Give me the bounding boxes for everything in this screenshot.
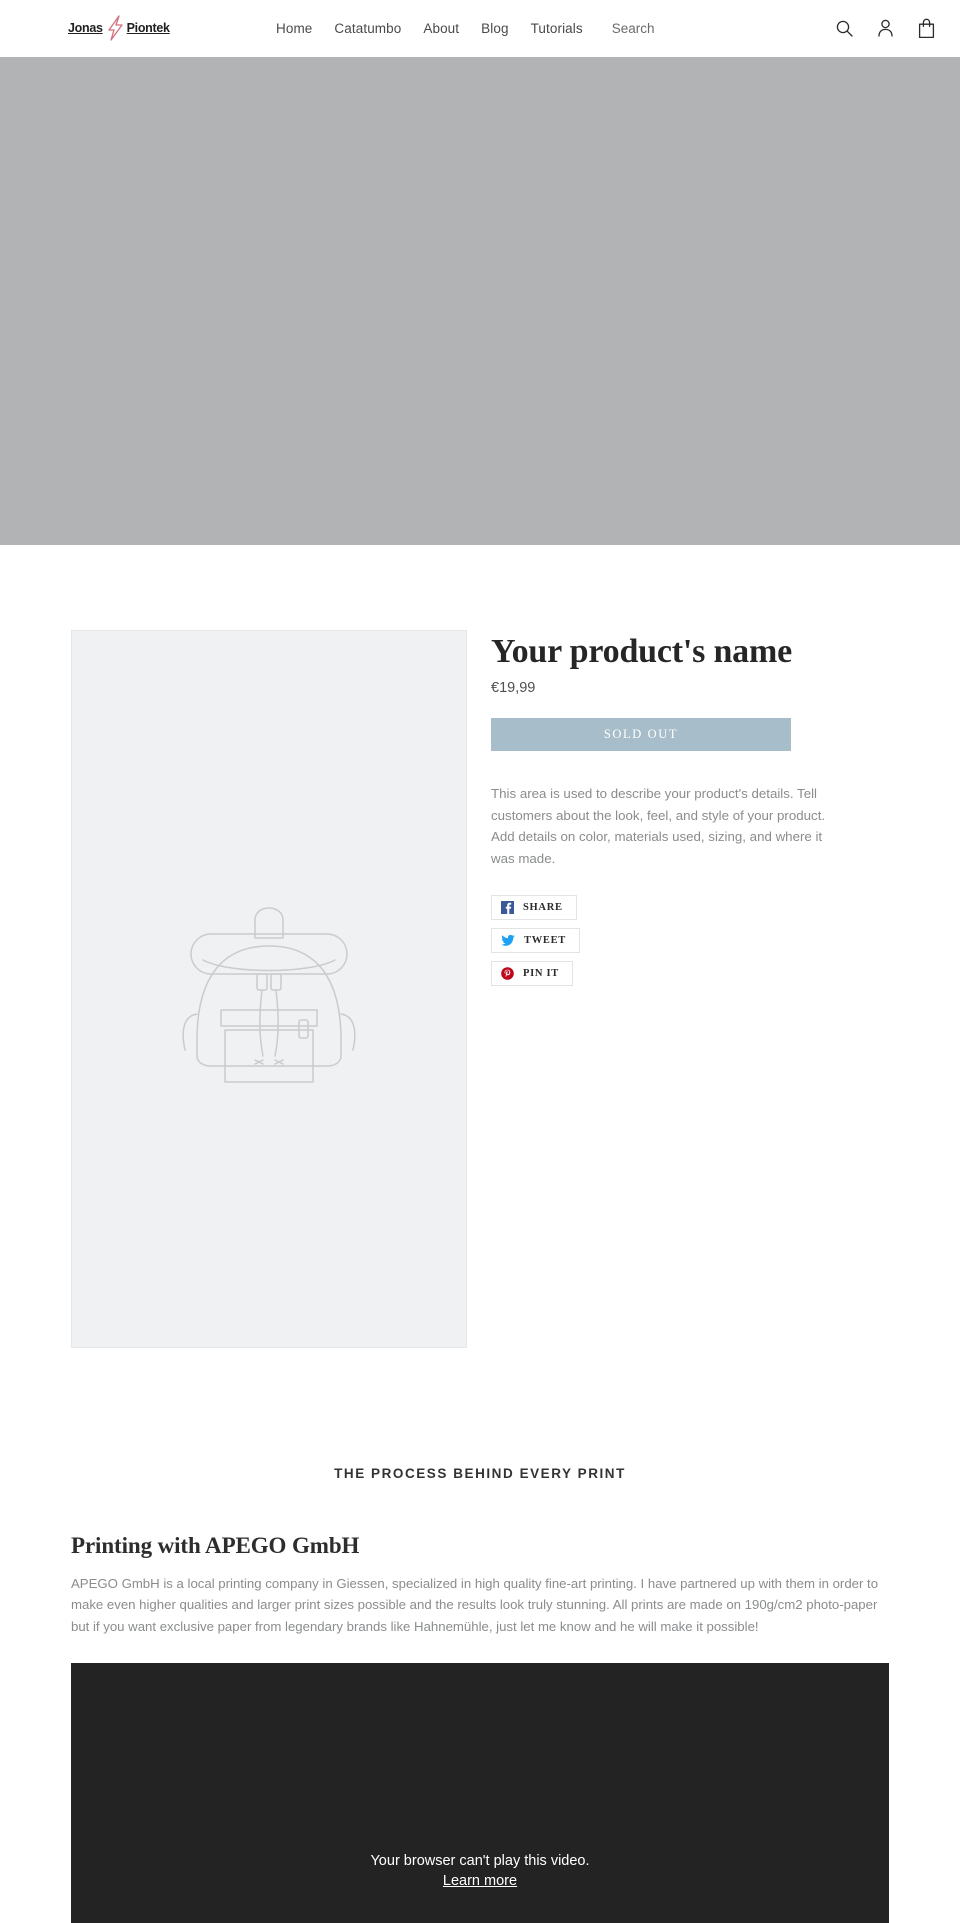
search-icon[interactable] bbox=[835, 19, 854, 38]
nav-link-home[interactable]: Home bbox=[265, 21, 323, 36]
sold-out-button[interactable]: Sold out bbox=[491, 718, 791, 752]
share-pinterest-label: Pin it bbox=[523, 968, 559, 980]
twitter-icon bbox=[501, 934, 515, 947]
social-share-group: Share Tweet Pin it bbox=[491, 895, 892, 987]
process-section: THE PROCESS BEHIND EVERY PRINT Printing … bbox=[0, 1348, 960, 1923]
search-input[interactable] bbox=[611, 20, 762, 36]
video-error-message: Your browser can't play this video. Lear… bbox=[370, 1852, 589, 1923]
process-paragraph: APEGO GmbH is a local printing company i… bbox=[71, 1576, 879, 1634]
video-player[interactable]: Your browser can't play this video. Lear… bbox=[71, 1663, 889, 1923]
product-info: Your product's name €19,99 Sold out This… bbox=[467, 630, 892, 987]
header-icon-group bbox=[835, 18, 946, 39]
logo-area[interactable]: Jonas Piontek bbox=[0, 15, 265, 41]
process-heading: Printing with APEGO GmbH bbox=[71, 1533, 360, 1558]
product-description: This area is used to describe your produ… bbox=[491, 786, 826, 866]
nav-link-blog[interactable]: Blog bbox=[470, 21, 519, 36]
process-body: Printing with APEGO GmbH APEGO GmbH is a… bbox=[0, 1533, 960, 1637]
nav-link-catatumbo[interactable]: Catatumbo bbox=[323, 21, 412, 36]
share-facebook-label: Share bbox=[523, 902, 563, 914]
logo-text-first: Jonas bbox=[68, 21, 103, 35]
share-facebook-button[interactable]: Share bbox=[491, 895, 577, 921]
share-twitter-label: Tweet bbox=[524, 935, 567, 947]
lightning-bolt-icon bbox=[107, 15, 123, 41]
backpack-placeholder-icon bbox=[182, 907, 356, 1083]
main-navigation: Home Catatumbo About Blog Tutorials bbox=[265, 21, 594, 36]
cart-icon[interactable] bbox=[917, 18, 936, 39]
site-logo[interactable]: Jonas Piontek bbox=[68, 15, 170, 41]
product-image-placeholder[interactable] bbox=[71, 630, 467, 1348]
facebook-icon bbox=[501, 901, 514, 915]
share-pinterest-button[interactable]: Pin it bbox=[491, 961, 573, 987]
video-learn-more-link[interactable]: Learn more bbox=[370, 1872, 589, 1892]
section-kicker: THE PROCESS BEHIND EVERY PRINT bbox=[334, 1466, 626, 1481]
nav-link-about[interactable]: About bbox=[412, 21, 470, 36]
nav-link-tutorials[interactable]: Tutorials bbox=[520, 21, 594, 36]
account-icon[interactable] bbox=[876, 18, 895, 38]
hero-banner-image bbox=[0, 57, 960, 545]
header-search-box[interactable] bbox=[611, 20, 762, 36]
share-twitter-button[interactable]: Tweet bbox=[491, 928, 581, 954]
site-header: Jonas Piontek Home Catatumbo About Blog … bbox=[0, 0, 960, 57]
product-title: Your product's name bbox=[491, 633, 792, 670]
product-section: Your product's name €19,99 Sold out This… bbox=[0, 545, 960, 1348]
product-price: €19,99 bbox=[491, 680, 536, 697]
video-error-text: Your browser can't play this video. bbox=[370, 1853, 590, 1869]
pinterest-icon bbox=[501, 967, 514, 981]
logo-text-second: Piontek bbox=[126, 21, 170, 35]
